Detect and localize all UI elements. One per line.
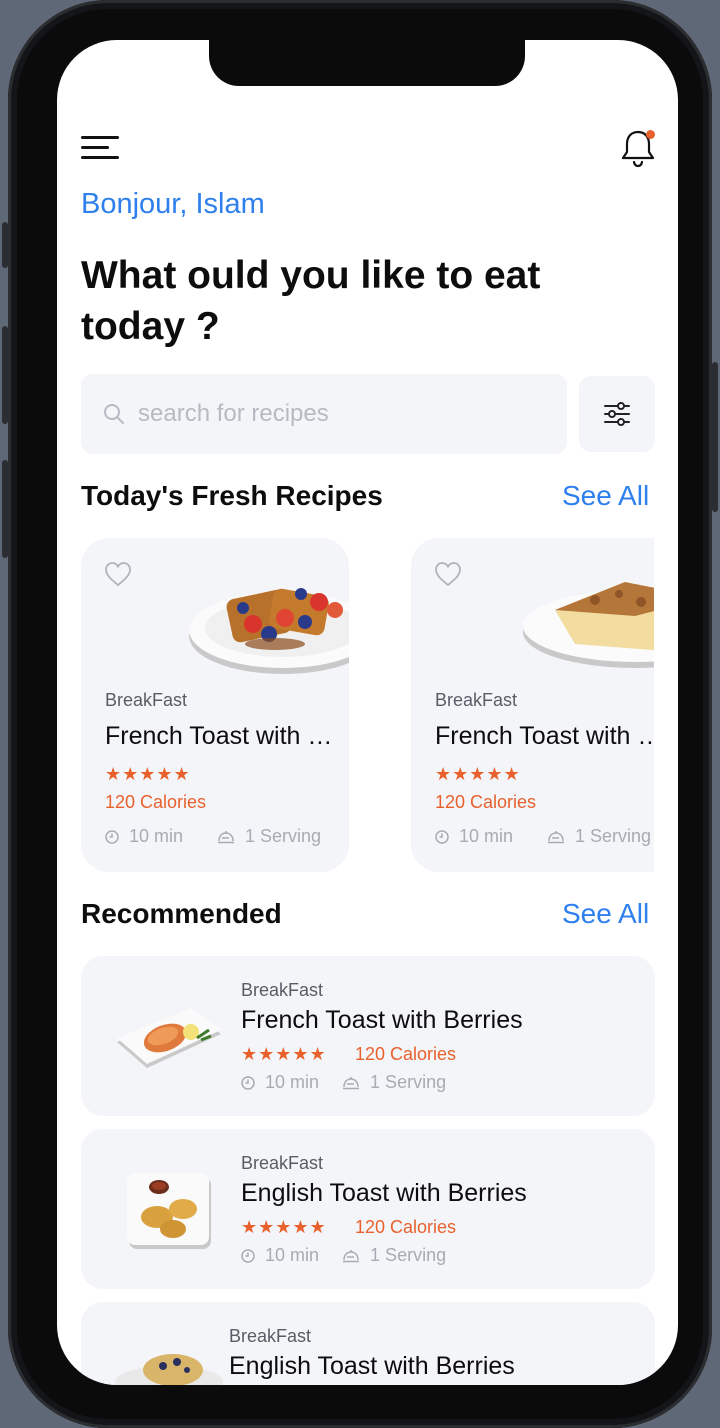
cook-time: 10 min xyxy=(459,826,514,846)
cook-time: 10 min xyxy=(265,1072,320,1092)
item-meta: 10 min 1 Serving xyxy=(241,1245,446,1266)
muffin-plate-image xyxy=(115,1354,223,1385)
heart-icon[interactable] xyxy=(103,560,133,588)
clock-icon xyxy=(241,1076,255,1090)
servings: 1 Serving xyxy=(370,1245,447,1265)
clock-icon xyxy=(105,830,119,844)
clock-icon xyxy=(435,830,449,844)
serving-cloche-icon xyxy=(343,1077,360,1090)
notification-bell-icon[interactable] xyxy=(619,128,657,168)
recipe-card[interactable]: BreakFast French Toast with Berries ★★★★… xyxy=(81,538,349,872)
power-button xyxy=(712,362,718,512)
serving-cloche-icon xyxy=(548,831,564,844)
recommended-item[interactable]: BreakFast English Toast with Berries ★★★… xyxy=(81,1129,655,1289)
card-title: French Toast with Berries xyxy=(435,722,654,750)
app-screen: Bonjour, Islam What ould you like to eat… xyxy=(57,40,678,1385)
servings: 1 Serving xyxy=(575,826,652,846)
serving-info: 1 Serving xyxy=(217,826,321,847)
calories-text: 120 Calories xyxy=(105,792,207,812)
serving-cloche-icon xyxy=(343,1250,360,1263)
coffee-cake-plate-image xyxy=(523,582,654,668)
rating-stars: ★★★★★ xyxy=(241,1217,327,1237)
item-category: BreakFast xyxy=(229,1326,312,1346)
volume-down-button xyxy=(2,460,8,558)
time-info: 10 min xyxy=(105,826,183,847)
fresh-recipes-carousel[interactable]: BreakFast French Toast with Berries ★★★★… xyxy=(57,538,654,872)
rating-stars: ★★★★★ xyxy=(241,1044,327,1064)
servings: 1 Serving xyxy=(370,1072,447,1092)
calories-text: 120 Calories xyxy=(435,792,537,812)
recommended-see-all-link[interactable]: See All xyxy=(562,898,649,930)
phone-frame: Bonjour, Islam What ould you like to eat… xyxy=(2,0,718,1428)
volume-up-button xyxy=(2,326,8,424)
salmon-plate-image xyxy=(117,1008,221,1068)
heart-icon[interactable] xyxy=(433,560,463,588)
menu-icon[interactable] xyxy=(81,136,119,160)
serving-info: 1 Serving xyxy=(547,826,651,847)
recommended-section-title: Recommended xyxy=(81,898,282,929)
card-category: BreakFast xyxy=(435,690,518,710)
fresh-section-title: Today's Fresh Recipes xyxy=(81,480,383,511)
greeting-text: Bonjour, Islam xyxy=(81,188,265,220)
filter-button[interactable] xyxy=(579,376,655,452)
clock-icon xyxy=(241,1249,255,1263)
rating-stars: ★★★★★ xyxy=(435,764,521,784)
serving-cloche-icon xyxy=(218,831,234,844)
item-meta: 10 min 1 Serving xyxy=(241,1072,446,1093)
item-category: BreakFast xyxy=(241,1153,324,1173)
notification-badge xyxy=(646,130,655,139)
card-category: BreakFast xyxy=(105,690,188,710)
search-placeholder: search for recipes xyxy=(138,400,329,427)
french-toast-plate-image xyxy=(189,588,349,674)
recommended-item[interactable]: BreakFast French Toast with Berries ★★★★… xyxy=(81,956,655,1116)
item-title: English Toast with Berries xyxy=(241,1179,527,1207)
fresh-see-all-link[interactable]: See All xyxy=(562,480,649,512)
notch xyxy=(209,40,525,86)
time-info: 10 min xyxy=(435,826,513,847)
rating-stars: ★★★★★ xyxy=(105,764,191,784)
calories-text: 120 Calories xyxy=(355,1217,457,1237)
item-title: English Toast with Berries xyxy=(229,1352,515,1380)
search-icon xyxy=(104,404,124,424)
search-input[interactable]: search for recipes xyxy=(81,374,567,454)
mute-switch xyxy=(2,222,8,268)
recommended-item[interactable]: BreakFast English Toast with Berries xyxy=(81,1302,655,1385)
sliders-icon xyxy=(604,402,630,426)
item-category: BreakFast xyxy=(241,980,324,1000)
card-title: French Toast with Berries xyxy=(105,722,335,750)
calories-text: 120 Calories xyxy=(355,1044,457,1064)
recipe-card[interactable]: BreakFast French Toast with Berries ★★★★… xyxy=(411,538,654,872)
cook-time: 10 min xyxy=(129,826,184,846)
item-title: French Toast with Berries xyxy=(241,1006,523,1034)
servings: 1 Serving xyxy=(245,826,322,846)
english-toast-plate-image xyxy=(127,1173,211,1249)
cook-time: 10 min xyxy=(265,1245,320,1265)
page-headline: What ould you like to eat today ? xyxy=(81,254,541,348)
